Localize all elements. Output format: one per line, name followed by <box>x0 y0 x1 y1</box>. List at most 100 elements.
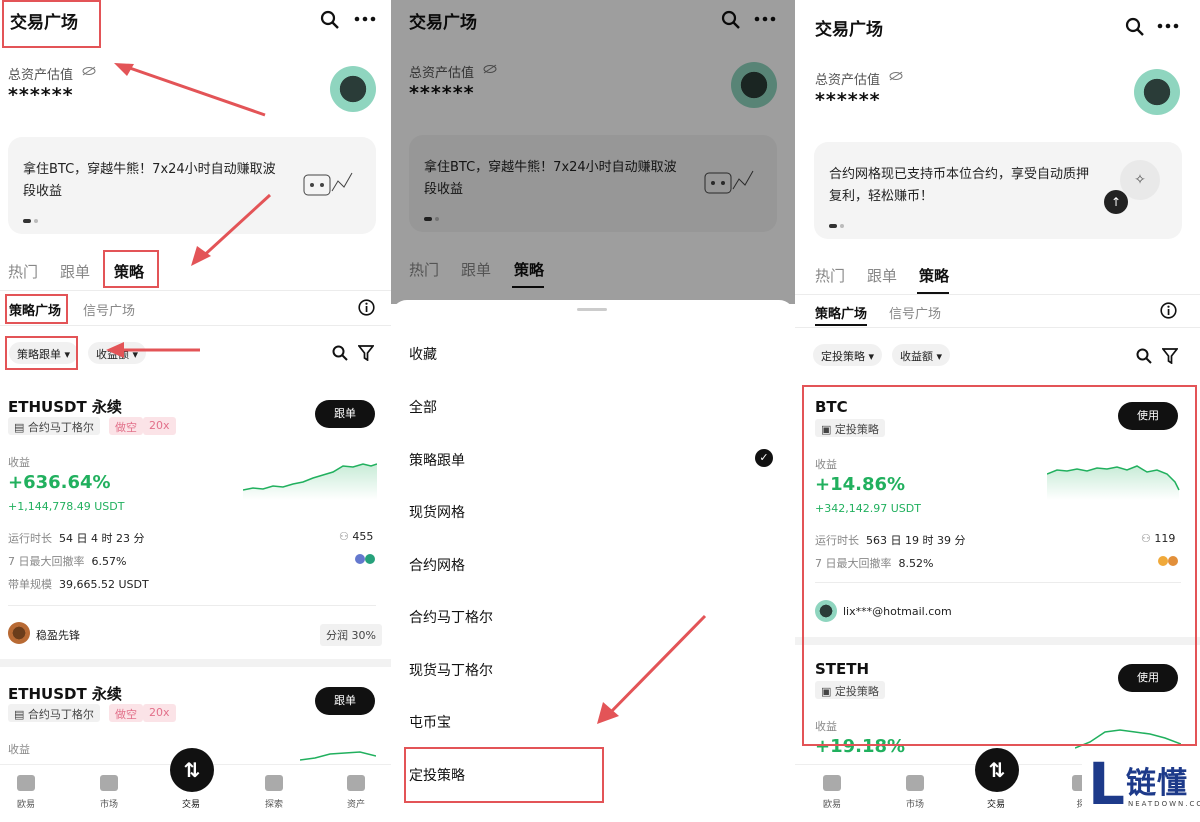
run-time-value: 54 日 4 时 23 分 <box>59 532 145 545</box>
more-icon[interactable] <box>354 16 376 22</box>
search-icon[interactable] <box>1136 348 1152 364</box>
chart-icon <box>906 775 924 791</box>
eye-hidden-icon[interactable] <box>889 71 903 81</box>
divider <box>795 327 1200 328</box>
divider <box>0 290 391 291</box>
divider <box>0 659 391 667</box>
drawdown: 7 日最大回撤率 6.57% <box>8 553 126 569</box>
nav-trade-label[interactable]: 交易 <box>182 797 200 810</box>
tab-copy[interactable]: 跟单 <box>867 265 897 286</box>
robot-chart-icon <box>303 172 353 196</box>
pie-icon <box>347 775 365 791</box>
run-time-label: 运行时长 <box>8 532 52 545</box>
user-name[interactable]: 稳盈先锋 <box>36 627 80 643</box>
trade-fab-button[interactable]: ⇅ <box>975 748 1019 792</box>
arrow-up-icon[interactable]: ↑ <box>1104 190 1128 214</box>
annotation-arrow <box>191 193 272 266</box>
followers-count: ⚇ 455 <box>339 530 373 543</box>
coin-pair-icon <box>355 554 375 564</box>
menu-item-all[interactable]: 全部 <box>409 397 437 417</box>
nav-market[interactable]: 市场 <box>895 775 935 810</box>
menu-item-favorites[interactable]: 收藏 <box>409 344 437 364</box>
menu-item-futures-martingale[interactable]: 合约马丁格尔 <box>409 607 493 627</box>
bottom-sheet: 收藏 全部 策略跟单 ✓ 现货网格 合约网格 合约马丁格尔 现货马丁格尔 屯币宝… <box>391 300 795 822</box>
okx-icon <box>823 775 841 791</box>
check-icon: ✓ <box>755 449 773 467</box>
banner-text: 合约网格现已支持币本位合约，享受自动质押复利，轻松赚币！ <box>829 167 1090 204</box>
search-icon[interactable] <box>320 10 340 30</box>
nav-assets[interactable]: 资产 <box>336 775 376 810</box>
user-avatar[interactable] <box>8 622 30 644</box>
nav-trade-label[interactable]: 交易 <box>987 797 1005 810</box>
avatar[interactable] <box>330 66 376 112</box>
compass-icon <box>265 775 283 791</box>
promo-banner[interactable]: 合约网格现已支持币本位合约，享受自动质押复利，轻松赚币！ ✧ ↑ <box>814 142 1182 239</box>
menu-item-strategy-copy[interactable]: 策略跟单 <box>409 450 465 470</box>
screen-filter-menu: 交易广场 总资产估值 ****** 拿住BTC，穿越牛熊！7x24小时自动赚取波… <box>391 0 795 822</box>
trade-fab-button[interactable]: ⇅ <box>170 748 214 792</box>
nav-label: 市场 <box>905 800 924 810</box>
scale-label: 带单规模 <box>8 578 52 591</box>
profit-pct: +636.64% <box>8 472 111 493</box>
filter-icon[interactable] <box>1162 348 1178 364</box>
menu-item-futures-grid[interactable]: 合约网格 <box>409 555 465 575</box>
annotation-arrow <box>114 63 266 117</box>
logo-text: 链懂 <box>1126 766 1188 801</box>
menu-item-spot-martingale[interactable]: 现货马丁格尔 <box>409 660 493 680</box>
subtab-signal-square[interactable]: 信号广场 <box>889 303 941 322</box>
nav-label: 探索 <box>264 800 283 810</box>
menu-item-spot-grid[interactable]: 现货网格 <box>409 502 465 522</box>
nav-market[interactable]: 市场 <box>89 775 129 810</box>
swap-icon: ⇅ <box>988 758 1006 782</box>
highlight-box <box>103 250 159 288</box>
okx-icon <box>17 775 35 791</box>
tag-leverage: 20x <box>143 417 176 435</box>
profit-label: 收益 <box>8 456 30 469</box>
page-title: 交易广场 <box>815 20 883 40</box>
follow-button[interactable]: 跟单 <box>315 687 375 715</box>
overlay-shade[interactable] <box>391 0 795 304</box>
profit-sparkline <box>300 751 376 761</box>
swap-icon: ⇅ <box>183 758 201 782</box>
menu-item-savings[interactable]: 屯币宝 <box>409 712 451 732</box>
nav-explore[interactable]: 探索 <box>254 775 294 810</box>
more-icon[interactable] <box>1157 23 1179 29</box>
logo-domain: NEATDOWN.COM <box>1128 800 1200 808</box>
follow-button[interactable]: 跟单 <box>315 400 375 428</box>
divider <box>0 325 391 326</box>
followers-value: 455 <box>352 530 374 543</box>
nav-label: 资产 <box>346 800 365 810</box>
highlight-box <box>2 0 101 48</box>
eye-hidden-icon[interactable] <box>82 66 96 76</box>
info-icon[interactable] <box>358 299 375 316</box>
highlight-box <box>5 336 78 370</box>
screen-strategy-list: 交易广场 总资产估值 ****** 拿住BTC，穿越牛熊！7x24小时自动赚取波… <box>0 0 391 822</box>
asset-value: ****** <box>815 89 881 111</box>
tag-leverage: 20x <box>143 704 176 722</box>
nav-okx[interactable]: 欧易 <box>6 775 46 810</box>
filter-strategy-type[interactable]: 定投策略 ▾ <box>813 344 883 366</box>
annotation-arrow <box>597 614 707 724</box>
sheet-handle[interactable] <box>577 308 607 311</box>
nav-label: 欧易 <box>822 800 841 810</box>
subtab-strategy-square[interactable]: 策略广场 <box>815 303 867 322</box>
tab-strategy[interactable]: 策略 <box>919 265 949 286</box>
filter-icon[interactable] <box>358 345 374 361</box>
asset-value: ****** <box>8 84 74 106</box>
asset-label: 总资产估值 <box>815 73 881 88</box>
tab-copy[interactable]: 跟单 <box>60 261 90 282</box>
logo-letter: L <box>1088 750 1125 818</box>
subtab-signal-square[interactable]: 信号广场 <box>83 300 135 319</box>
info-icon[interactable] <box>1160 302 1177 319</box>
tab-hot[interactable]: 热门 <box>8 261 38 282</box>
tag-strategy-type: ▤ 合约马丁格尔 <box>8 704 100 722</box>
filter-profit[interactable]: 收益额 ▾ <box>892 344 951 366</box>
nav-okx[interactable]: 欧易 <box>812 775 852 810</box>
chart-icon <box>100 775 118 791</box>
nav-label: 市场 <box>99 800 118 810</box>
tab-hot[interactable]: 热门 <box>815 265 845 286</box>
search-icon[interactable] <box>1125 17 1145 37</box>
profit-sparkline <box>243 463 377 500</box>
search-icon[interactable] <box>332 345 348 361</box>
avatar[interactable] <box>1134 69 1180 115</box>
